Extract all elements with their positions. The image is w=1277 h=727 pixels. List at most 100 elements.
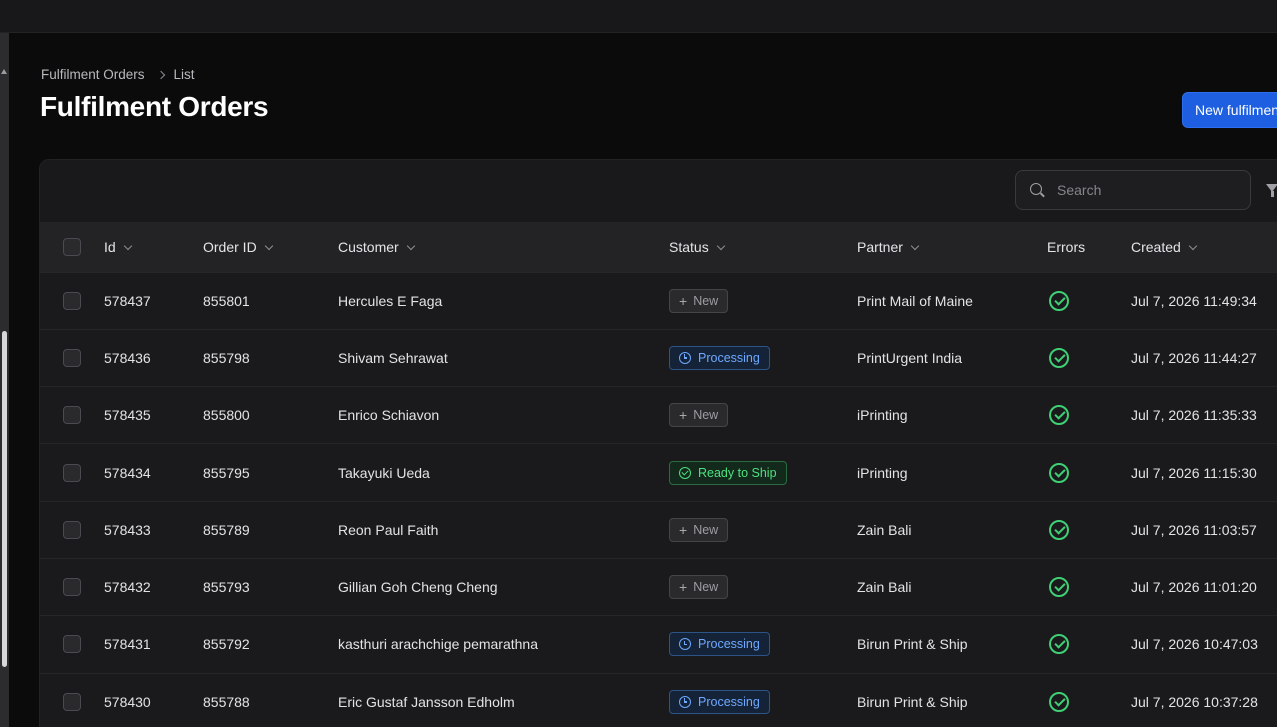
cell-id: 578434 (104, 464, 151, 481)
cell-errors (1047, 444, 1131, 501)
table-row[interactable]: 578436 855798 Shivam Sehrawat Processing… (40, 329, 1277, 386)
plus-icon: + (679, 521, 688, 538)
cell-id: 578431 (104, 636, 151, 653)
column-header-errors: Errors (1047, 222, 1131, 272)
row-checkbox[interactable] (63, 635, 81, 654)
cell-customer: Takayuki Ueda (338, 464, 430, 481)
plus-icon: + (679, 292, 688, 309)
status-badge: Processing (669, 689, 770, 714)
row-checkbox[interactable] (63, 291, 81, 310)
cell-status: Ready to Ship (669, 444, 857, 501)
status-badge: + New (669, 288, 729, 313)
check-circle-icon (1049, 634, 1069, 655)
cell-id: 578437 (104, 292, 151, 309)
cell-order-id: 855798 (203, 349, 250, 366)
cell-id: 578432 (104, 579, 151, 596)
cell-partner: Birun Print & Ship (857, 636, 968, 653)
select-all-checkbox[interactable] (63, 237, 81, 256)
cell-id: 578430 (104, 693, 151, 710)
table-row[interactable]: 578433 855789 Reon Paul Faith + New Zain … (40, 501, 1277, 558)
cell-errors (1047, 501, 1131, 558)
clock-icon (679, 351, 691, 364)
check-circle-icon (1049, 519, 1069, 540)
cell-created: Jul 7, 2026 10:47:03 (1131, 636, 1258, 653)
column-header-order-id[interactable]: Order ID (203, 222, 338, 272)
check-circle-icon (1049, 577, 1069, 598)
column-header-label: Partner (857, 238, 903, 255)
cell-errors (1047, 616, 1131, 673)
column-header-status[interactable]: Status (669, 222, 857, 272)
row-checkbox[interactable] (63, 520, 81, 539)
table-row[interactable]: 578434 855795 Takayuki Ueda Ready to Shi… (40, 443, 1277, 501)
row-checkbox[interactable] (63, 406, 81, 425)
column-header-label: Errors (1047, 238, 1086, 255)
orders-panel: Id Order ID Customer Status Partner Erro… (39, 159, 1277, 727)
check-circle-icon (1049, 347, 1069, 368)
table-row[interactable]: 578431 855792 kasthuri arachchige pemara… (40, 615, 1277, 673)
cell-partner: Print Mail of Maine (857, 292, 973, 309)
row-checkbox[interactable] (63, 692, 81, 711)
cell-created: Jul 7, 2026 11:35:33 (1131, 407, 1257, 424)
table-row[interactable]: 578435 855800 Enrico Schiavon + New iPrin… (40, 386, 1277, 444)
plus-icon: + (679, 407, 688, 424)
cell-created: Jul 7, 2026 11:15:30 (1131, 464, 1257, 481)
column-header-created[interactable]: Created (1131, 222, 1277, 272)
status-label: Processing (698, 694, 760, 709)
row-checkbox[interactable] (63, 463, 81, 482)
table-header-row: Id Order ID Customer Status Partner Erro… (40, 222, 1277, 272)
status-badge: Processing (669, 345, 770, 370)
chevron-right-icon (156, 70, 165, 79)
column-header-label: Status (669, 238, 709, 255)
search-box[interactable] (1015, 170, 1251, 210)
cell-order-id: 855792 (203, 636, 250, 653)
column-header-label: Created (1131, 238, 1181, 255)
status-label: New (693, 293, 719, 308)
column-header-partner[interactable]: Partner (857, 222, 1047, 272)
cell-errors (1047, 272, 1131, 329)
table-row[interactable]: 578437 855801 Hercules E Faga + New Print… (40, 272, 1277, 329)
column-header-id[interactable]: Id (104, 222, 203, 272)
cell-partner: iPrinting (857, 464, 908, 481)
status-badge: + New (669, 575, 729, 600)
filter-icon[interactable] (1266, 184, 1277, 197)
column-header-customer[interactable]: Customer (338, 222, 669, 272)
cell-id: 578436 (104, 349, 151, 366)
cell-order-id: 855789 (203, 521, 250, 538)
left-scrollbar[interactable] (0, 33, 9, 727)
chevron-down-icon (1188, 241, 1198, 250)
cell-customer: Shivam Sehrawat (338, 349, 448, 366)
status-label: Processing (698, 350, 760, 365)
clock-icon (679, 638, 691, 651)
scrollbar-thumb[interactable] (2, 331, 7, 667)
status-badge: Ready to Ship (669, 460, 787, 485)
cell-partner: Birun Print & Ship (857, 693, 968, 710)
cell-customer: kasthuri arachchige pemarathna (338, 636, 539, 653)
check-circle-icon (1049, 462, 1069, 483)
row-checkbox[interactable] (63, 578, 81, 597)
table-row[interactable]: 578430 855788 Eric Gustaf Jansson Edholm… (40, 673, 1277, 727)
cell-created: Jul 7, 2026 11:03:57 (1131, 521, 1257, 538)
top-bar (0, 0, 1277, 33)
check-circle-icon (1049, 405, 1069, 426)
status-badge: + New (669, 517, 729, 542)
breadcrumb-root-link[interactable]: Fulfilment Orders (41, 67, 145, 82)
cell-status: Processing (669, 616, 857, 673)
chevron-down-icon (406, 241, 415, 250)
search-input[interactable] (1057, 182, 1227, 198)
cell-created: Jul 7, 2026 10:37:28 (1131, 693, 1258, 710)
clock-icon (679, 695, 691, 708)
main-content: Fulfilment Orders List Fulfilment Orders… (9, 33, 1277, 727)
scroll-up-arrow-icon[interactable] (1, 69, 7, 74)
plus-icon: + (679, 579, 688, 596)
column-header-label: Order ID (203, 238, 257, 255)
row-checkbox[interactable] (63, 348, 81, 367)
table-row[interactable]: 578432 855793 Gillian Goh Cheng Cheng + N… (40, 558, 1277, 615)
cell-id: 578433 (104, 521, 151, 538)
status-label: Ready to Ship (698, 465, 777, 480)
new-fulfilment-order-button[interactable]: New fulfilment order (1182, 92, 1277, 128)
cell-customer: Gillian Goh Cheng Cheng (338, 579, 498, 596)
cell-id: 578435 (104, 407, 151, 424)
cell-status: + New (669, 501, 857, 558)
cell-created: Jul 7, 2026 11:49:34 (1131, 292, 1257, 309)
cell-partner: PrintUrgent India (857, 349, 963, 366)
